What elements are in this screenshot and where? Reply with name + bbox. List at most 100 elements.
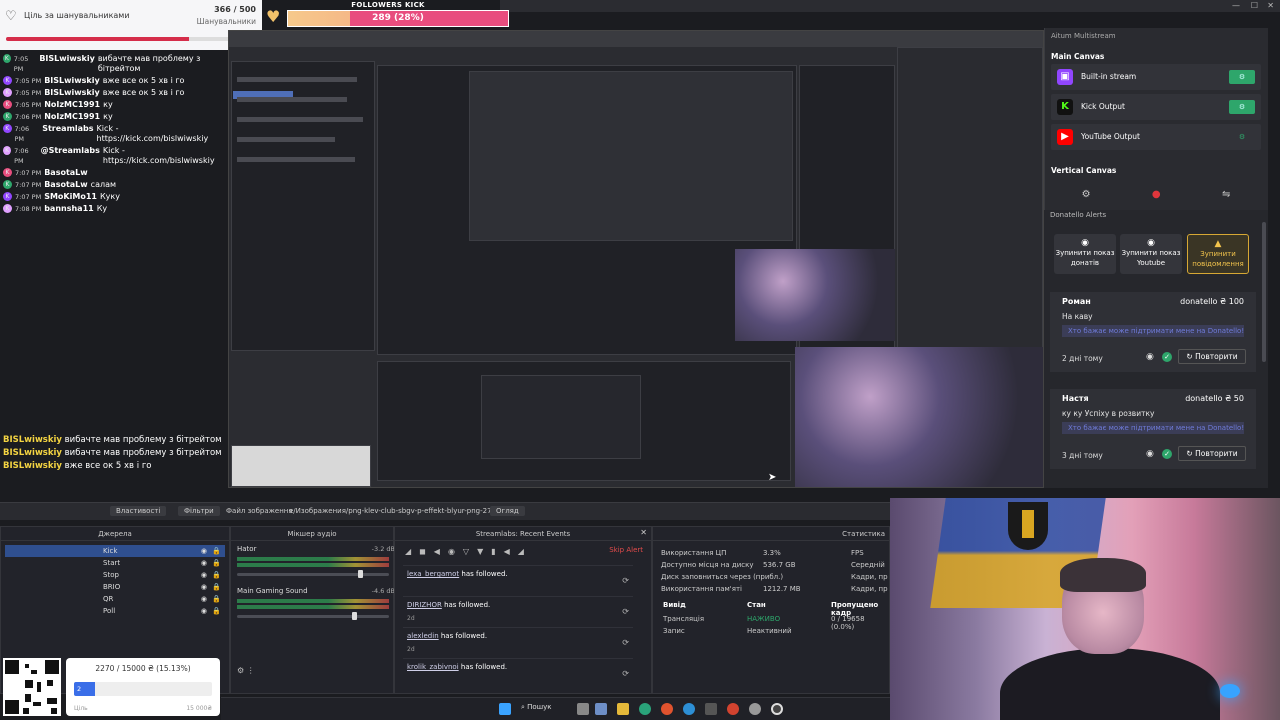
chat-username[interactable]: BasotaLw <box>44 180 87 190</box>
firefox-icon[interactable] <box>661 703 673 715</box>
qr-cell <box>47 680 53 686</box>
volume-knob[interactable] <box>351 612 357 620</box>
repeat-button[interactable]: ↻ Повторити <box>1178 446 1246 461</box>
task-view-icon[interactable] <box>577 703 589 715</box>
eye-icon[interactable]: ◉ <box>201 581 207 593</box>
chat-username[interactable]: Streamlabs <box>42 124 93 134</box>
twitch-icon: ▣ <box>1057 69 1073 85</box>
qr-cell <box>25 694 31 702</box>
source-item[interactable]: Stop ◉ 🔒 <box>5 569 225 581</box>
lock-icon[interactable]: 🔒 <box>212 557 221 569</box>
folder-icon[interactable] <box>617 703 629 715</box>
maximize-icon[interactable]: ☐ <box>1251 1 1258 10</box>
eye-icon[interactable]: ◉ <box>1146 352 1154 362</box>
gear-icon[interactable]: ⚙ ⋮ <box>237 666 255 675</box>
nested-line <box>237 117 363 122</box>
source-item[interactable]: Start ◉ 🔒 <box>5 557 225 569</box>
chat-username[interactable]: BISLwiwskiy <box>3 435 62 445</box>
chat-text: Куку <box>99 192 120 201</box>
kick-badge-icon: K <box>3 192 12 201</box>
stop-donations-button[interactable]: ◉ Зупинити показ донатів <box>1054 234 1116 274</box>
chat-username[interactable]: NoIzMC1991 <box>44 112 100 122</box>
chat-username[interactable]: BasotaLw <box>44 168 87 178</box>
close-icon[interactable]: ✕ <box>640 528 647 537</box>
eye-icon[interactable]: ◉ <box>201 557 207 569</box>
properties-tab[interactable]: Властивості <box>110 506 167 516</box>
replay-icon[interactable]: ⟳ <box>622 669 629 678</box>
chat-username[interactable]: NoIzMC1991 <box>44 100 100 110</box>
chat-username[interactable]: BISLwiwskiy <box>44 88 100 98</box>
event-user-link[interactable]: alexledin <box>407 632 439 640</box>
chat-message: K 7:08 PM bannsha11 Ку <box>0 203 228 215</box>
mouse-cursor-icon: ➤ <box>768 472 777 483</box>
link-icon[interactable]: ⇋ <box>1222 189 1230 200</box>
follower-goal-widget: ♡ Ціль за шанувальниками 366 / 500 Шанув… <box>0 0 262 50</box>
chat-username[interactable]: @Streamlabs <box>41 146 100 156</box>
browse-button[interactable]: Огляд <box>490 506 525 516</box>
gear-icon[interactable]: ⚙ <box>1082 189 1091 200</box>
stat-key: Доступно місця на диску <box>661 561 754 569</box>
nested-preview <box>469 71 793 241</box>
chat-username[interactable]: SMoKiMo11 <box>44 192 97 202</box>
chrome-icon[interactable] <box>727 703 739 715</box>
chat-username[interactable]: BISLwiwskiy <box>39 54 95 64</box>
replay-icon[interactable]: ⟳ <box>622 576 629 585</box>
volume-slider[interactable] <box>237 612 389 620</box>
settings-icon[interactable] <box>749 703 761 715</box>
source-item[interactable]: QR ◉ 🔒 <box>5 593 225 605</box>
telegram-icon[interactable] <box>683 703 695 715</box>
lock-icon[interactable]: 🔒 <box>212 569 221 581</box>
close-icon[interactable]: ✕ <box>1267 1 1274 10</box>
check-icon[interactable]: ✓ <box>1162 352 1172 362</box>
filters-tab[interactable]: Фільтри <box>178 506 220 516</box>
image-path[interactable]: е/Изображения/png-klev-club-sbgv-p-effek… <box>289 507 507 515</box>
lock-icon[interactable]: 🔒 <box>212 605 221 617</box>
check-icon[interactable]: ✓ <box>1162 449 1172 459</box>
lock-icon[interactable]: 🔒 <box>212 593 221 605</box>
skip-alert-button[interactable]: Skip Alert <box>609 546 643 554</box>
eye-icon[interactable]: ◉ <box>1146 449 1154 459</box>
nested-desktop-capture <box>228 30 1044 488</box>
eye-icon[interactable]: ◉ <box>201 605 207 617</box>
monitor-icon[interactable] <box>595 703 607 715</box>
windows-start-icon[interactable] <box>499 703 511 715</box>
eye-icon[interactable]: ◉ <box>201 545 207 557</box>
taskbar-search[interactable]: ⌕ Пошук <box>521 703 551 712</box>
lock-icon[interactable]: 🔒 <box>212 581 221 593</box>
output-toggle-button[interactable]: ⚙ <box>1229 100 1255 114</box>
lock-icon[interactable]: 🔒 <box>212 545 221 557</box>
taskbar: ⌕ Пошук <box>221 697 890 720</box>
event-user-link[interactable]: krolik_zabivnoi <box>407 663 459 671</box>
repeat-button[interactable]: ↻ Повторити <box>1178 349 1246 364</box>
chat-username[interactable]: BISLwiwskiy <box>3 448 62 458</box>
eye-icon[interactable]: ◉ <box>201 593 207 605</box>
stats-header: Стан <box>747 601 766 609</box>
chat-username[interactable]: bannsha11 <box>44 204 94 214</box>
source-name: Poll <box>103 607 116 615</box>
output-toggle-button[interactable]: ⚙ <box>1229 70 1255 84</box>
stop-messages-button[interactable]: ▲ Зупинити повідомлення <box>1187 234 1249 274</box>
output-toggle-button[interactable]: ⚙ <box>1229 130 1255 144</box>
kick-badge-icon: K <box>3 124 12 133</box>
volume-slider[interactable] <box>237 570 389 578</box>
app-icon[interactable] <box>705 703 717 715</box>
chat-username[interactable]: BISLwiwskiy <box>3 461 62 471</box>
source-item[interactable]: Kick ◉ 🔒 <box>5 545 225 557</box>
source-item[interactable]: Poll ◉ 🔒 <box>5 605 225 617</box>
replay-icon[interactable]: ⟳ <box>622 638 629 647</box>
edge-browser-icon[interactable] <box>639 703 651 715</box>
minimize-icon[interactable]: — <box>1232 1 1240 10</box>
eye-icon[interactable]: ◉ <box>201 569 207 581</box>
stop-youtube-button[interactable]: ◉ Зупинити показ Youtube <box>1120 234 1182 274</box>
source-item[interactable]: BRIO ◉ 🔒 <box>5 581 225 593</box>
output-kick: K Kick Output ⚙ <box>1051 94 1261 120</box>
events-toolbar[interactable]: ◢◼◀◉▽▼▮◀◢ <box>405 547 532 556</box>
record-icon[interactable]: ● <box>1152 189 1161 200</box>
replay-icon[interactable]: ⟳ <box>622 607 629 616</box>
event-user-link[interactable]: lexa_bergamot <box>407 570 459 578</box>
obs-icon[interactable] <box>771 703 783 715</box>
scrollbar[interactable] <box>1262 222 1266 362</box>
event-user-link[interactable]: DIRIZHOR <box>407 601 442 609</box>
chat-username[interactable]: BISLwiwskiy <box>44 76 100 86</box>
volume-knob[interactable] <box>357 570 363 578</box>
